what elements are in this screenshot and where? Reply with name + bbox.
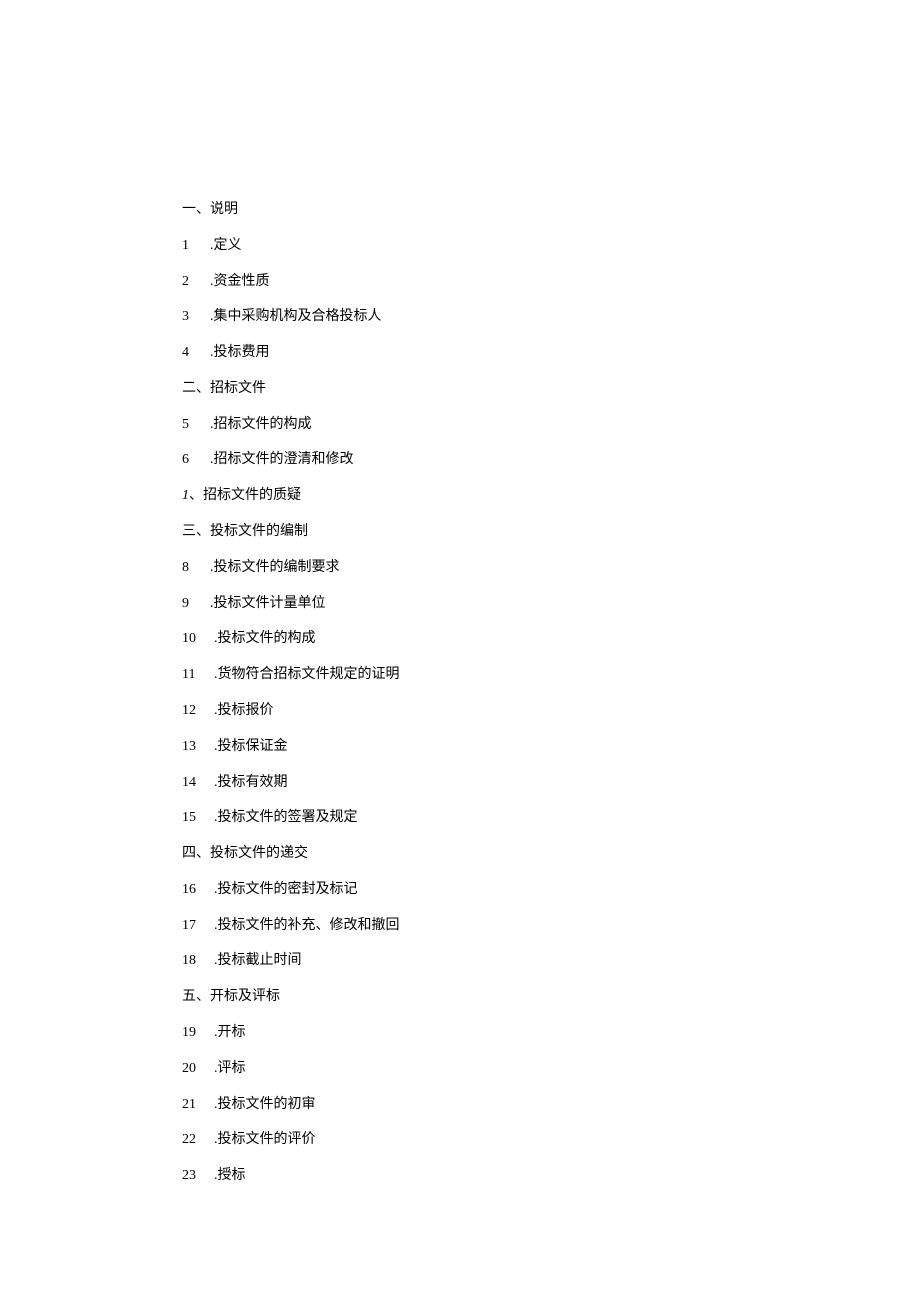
section-heading-text: 五、开标及评标 [182,989,280,1004]
item-text: .投标费用 [210,343,270,363]
item-number: 21 [182,1095,214,1115]
toc-line: 四、投标文件的递交 [182,844,742,864]
toc-line: 16.投标文件的密封及标记 [182,880,742,900]
toc-line: 11.货物符合招标文件规定的证明 [182,665,742,685]
item-text: .投标文件的构成 [214,629,316,649]
item-text: .投标截止时间 [214,951,302,971]
toc-line: 一、说明 [182,200,742,220]
toc-line: 三、投标文件的编制 [182,522,742,542]
toc-line: 五、开标及评标 [182,987,742,1007]
item-text: .定义 [210,236,242,256]
item-text: .投标保证金 [214,737,288,757]
item-number: 23 [182,1166,214,1186]
toc-line: 12.投标报价 [182,701,742,721]
item-number: 4 [182,343,210,363]
item-text: .评标 [214,1059,246,1079]
item-number: 15 [182,808,214,828]
toc-line: 23.授标 [182,1166,742,1186]
item-number: 12 [182,701,214,721]
section-heading-text: 二、招标文件 [182,381,266,396]
toc-line: 1、招标文件的质疑 [182,486,742,506]
toc-line: 4.投标费用 [182,343,742,363]
item-number: 3 [182,307,210,327]
toc-line: 22.投标文件的评价 [182,1130,742,1150]
toc-line: 10.投标文件的构成 [182,629,742,649]
toc-line: 18.投标截止时间 [182,951,742,971]
toc-content: 一、说明1.定义2.资金性质3.集中采购机构及合格投标人4.投标费用二、招标文件… [182,200,742,1202]
item-text: .招标文件的澄清和修改 [210,450,354,470]
item-text: .投标有效期 [214,773,288,793]
toc-line: 3.集中采购机构及合格投标人 [182,307,742,327]
item-number: 11 [182,665,214,685]
toc-line: 9.投标文件计量单位 [182,594,742,614]
item-number: 2 [182,272,210,292]
item-number: 1 [182,486,189,506]
item-text: .投标文件的评价 [214,1130,316,1150]
item-text: .集中采购机构及合格投标人 [210,307,382,327]
item-number: 18 [182,951,214,971]
item-text: .投标文件计量单位 [210,594,326,614]
item-number: 17 [182,916,214,936]
section-heading-text: 三、投标文件的编制 [182,524,308,539]
toc-line: 2.资金性质 [182,272,742,292]
item-text: .投标文件的密封及标记 [214,880,358,900]
toc-line: 13.投标保证金 [182,737,742,757]
toc-line: 1.定义 [182,236,742,256]
item-number: 19 [182,1023,214,1043]
section-heading-text: 四、投标文件的递交 [182,846,308,861]
item-text: .开标 [214,1023,246,1043]
item-text: 招标文件的质疑 [203,486,301,506]
item-text: .投标文件的补充、修改和撤回 [214,916,400,936]
item-number: 13 [182,737,214,757]
item-number: 5 [182,415,210,435]
item-number: 20 [182,1059,214,1079]
item-text: .投标文件的签署及规定 [214,808,358,828]
toc-line: 8.投标文件的编制要求 [182,558,742,578]
item-number: 1 [182,236,210,256]
item-text: .投标报价 [214,701,274,721]
item-number: 10 [182,629,214,649]
toc-line: 二、招标文件 [182,379,742,399]
item-number: 16 [182,880,214,900]
item-number: 22 [182,1130,214,1150]
item-text: .授标 [214,1166,246,1186]
item-separator: 、 [189,486,203,506]
toc-line: 17.投标文件的补充、修改和撤回 [182,916,742,936]
item-text: .货物符合招标文件规定的证明 [214,665,400,685]
toc-line: 19.开标 [182,1023,742,1043]
item-text: .招标文件的构成 [210,415,312,435]
item-number: 14 [182,773,214,793]
section-heading-text: 一、说明 [182,202,238,217]
toc-line: 21.投标文件的初审 [182,1095,742,1115]
toc-line: 14.投标有效期 [182,773,742,793]
toc-line: 5.招标文件的构成 [182,415,742,435]
item-text: .投标文件的初审 [214,1095,316,1115]
toc-line: 15.投标文件的签署及规定 [182,808,742,828]
item-number: 8 [182,558,210,578]
item-number: 9 [182,594,210,614]
toc-line: 20.评标 [182,1059,742,1079]
toc-line: 6.招标文件的澄清和修改 [182,450,742,470]
item-text: .资金性质 [210,272,270,292]
item-text: .投标文件的编制要求 [210,558,340,578]
item-number: 6 [182,450,210,470]
